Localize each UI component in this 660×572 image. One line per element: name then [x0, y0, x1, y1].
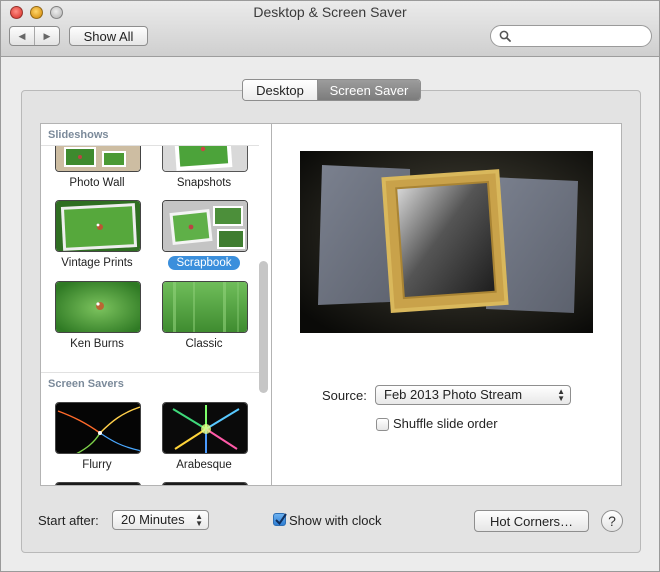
- show-all-button[interactable]: Show All: [69, 26, 148, 46]
- screen-saver-list[interactable]: Photo Wall Snapshots Slideshows Vintage …: [40, 123, 272, 486]
- source-value: Feb 2013 Photo Stream: [384, 387, 523, 402]
- preferences-window: Desktop & Screen Saver ◀ ▶ Show All Desk…: [0, 0, 660, 572]
- hot-corners-button[interactable]: Hot Corners…: [474, 510, 589, 532]
- flurry-thumbnail[interactable]: [55, 402, 141, 454]
- source-popup[interactable]: Feb 2013 Photo Stream ▲ ▼: [375, 385, 571, 405]
- help-button[interactable]: ?: [601, 510, 623, 532]
- classic-thumbnail[interactable]: [162, 281, 248, 333]
- checkmark-icon: [275, 513, 287, 526]
- window-title: Desktop & Screen Saver: [253, 4, 407, 20]
- start-after-label: Start after:: [38, 513, 99, 528]
- thumbnail-label-scrapbook: Scrapbook: [149, 256, 259, 270]
- tab-screen-saver[interactable]: Screen Saver: [318, 80, 420, 100]
- list-scrollbar[interactable]: [259, 261, 268, 393]
- section-header-screen-savers: Screen Savers: [41, 372, 259, 394]
- section-header-slideshows: Slideshows: [41, 124, 259, 146]
- tab-bar: Desktop Screen Saver: [242, 79, 421, 101]
- search-icon: [499, 30, 511, 42]
- thumbnail-label-classic: Classic: [185, 338, 223, 350]
- scrapbook-thumbnail[interactable]: [162, 200, 248, 252]
- start-after-popup[interactable]: 20 Minutes ▲ ▼: [112, 510, 209, 530]
- source-label: Source:: [322, 388, 367, 403]
- thumbnail-label-snapshots: Snapshots: [176, 177, 232, 189]
- thumbnail-label-ken-burns: Ken Burns: [70, 338, 124, 350]
- vintage-prints-thumbnail[interactable]: [55, 200, 141, 252]
- show-clock-checkbox[interactable]: [273, 513, 287, 526]
- back-forward-control: ◀ ▶: [9, 26, 60, 46]
- arabesque-thumbnail[interactable]: [162, 402, 248, 454]
- ken-burns-thumbnail[interactable]: [55, 281, 141, 333]
- tab-desktop[interactable]: Desktop: [243, 80, 318, 100]
- thumbnail-label-vintage-prints: Vintage Prints: [61, 257, 133, 269]
- forward-arrow-icon[interactable]: ▶: [35, 27, 59, 45]
- shuffle-label: Shuffle slide order: [393, 416, 498, 431]
- search-input[interactable]: [515, 28, 645, 44]
- shuffle-checkbox[interactable]: [376, 418, 389, 431]
- thumbnail-label-flurry: Flurry: [82, 459, 112, 471]
- next-thumbnail[interactable]: [55, 482, 141, 485]
- title-bar: Desktop & Screen Saver ◀ ▶ Show All: [1, 1, 659, 57]
- screen-saver-preview: [300, 151, 593, 333]
- next-thumbnail[interactable]: [162, 482, 248, 485]
- show-clock-label: Show with clock: [289, 513, 382, 528]
- thumbnail-label-arabesque: Arabesque: [176, 459, 232, 471]
- back-arrow-icon[interactable]: ◀: [10, 27, 35, 45]
- search-field[interactable]: [490, 25, 652, 47]
- start-after-value: 20 Minutes: [121, 512, 185, 527]
- thumbnail-label-photo-wall: Photo Wall: [69, 177, 125, 189]
- popup-arrows-icon: ▲ ▼: [195, 512, 203, 528]
- selected-label: Scrapbook: [167, 256, 241, 270]
- popup-arrows-icon: ▲ ▼: [557, 387, 565, 403]
